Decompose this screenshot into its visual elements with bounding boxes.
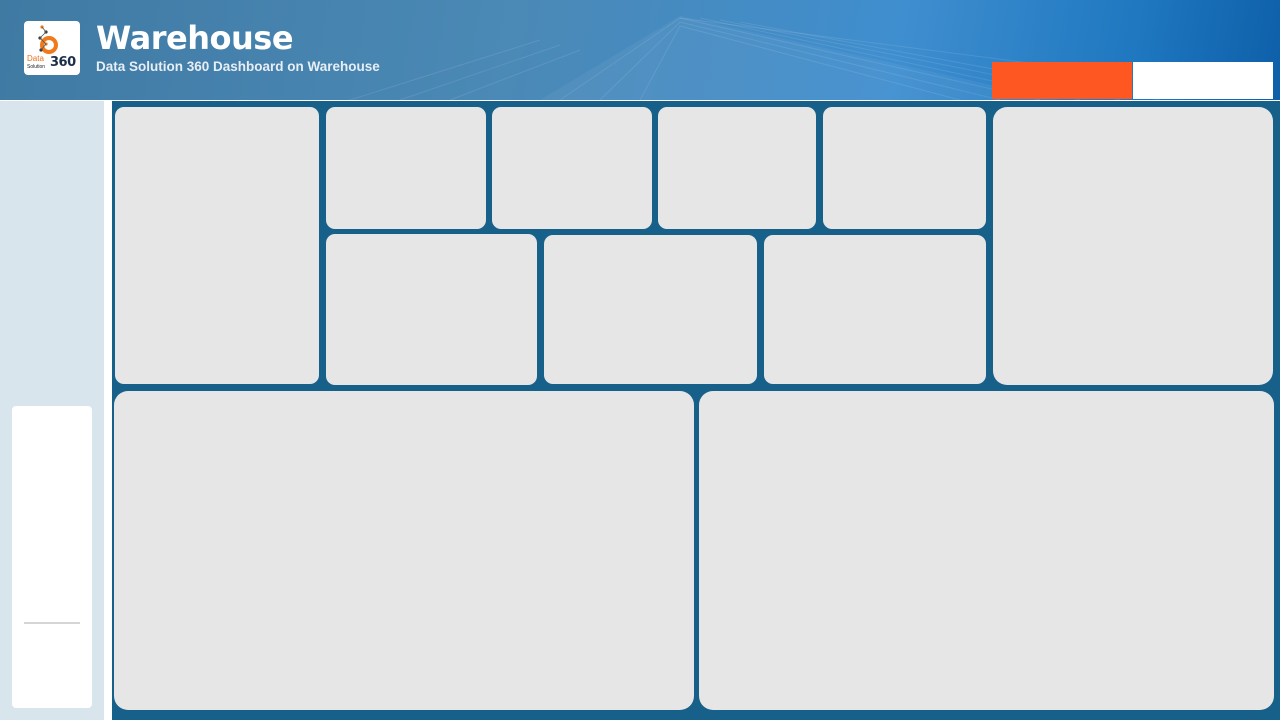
visual-card-right-tall[interactable] [993, 107, 1273, 385]
logo-text-360: 360 [50, 55, 76, 70]
visual-card-mid-1[interactable] [326, 234, 537, 385]
kpi-card-1[interactable] [326, 107, 486, 229]
filter-panel[interactable] [12, 406, 92, 708]
header-banner: Data Solution 360 Warehouse Data Solutio… [0, 0, 1280, 100]
filter-divider [24, 622, 80, 624]
page-subtitle: Data Solution 360 Dashboard on Warehouse [96, 59, 380, 74]
visual-card-left-tall[interactable] [115, 107, 319, 384]
visual-card-bottom-right[interactable] [699, 391, 1274, 710]
kpi-card-2[interactable] [492, 107, 652, 229]
header-secondary-button[interactable] [1133, 62, 1273, 99]
logo-text-data: Data [27, 54, 44, 63]
visual-card-mid-3[interactable] [764, 235, 986, 384]
kpi-card-3[interactable] [658, 107, 816, 229]
sidebar-separator [104, 101, 112, 720]
company-logo[interactable]: Data Solution 360 [24, 21, 80, 75]
visual-card-bottom-left[interactable] [114, 391, 694, 710]
page-title: Warehouse [96, 19, 294, 57]
header-primary-button[interactable] [992, 62, 1132, 99]
visual-card-mid-2[interactable] [544, 235, 757, 384]
kpi-card-4[interactable] [823, 107, 986, 229]
logo-text-solution: Solution [27, 64, 46, 70]
